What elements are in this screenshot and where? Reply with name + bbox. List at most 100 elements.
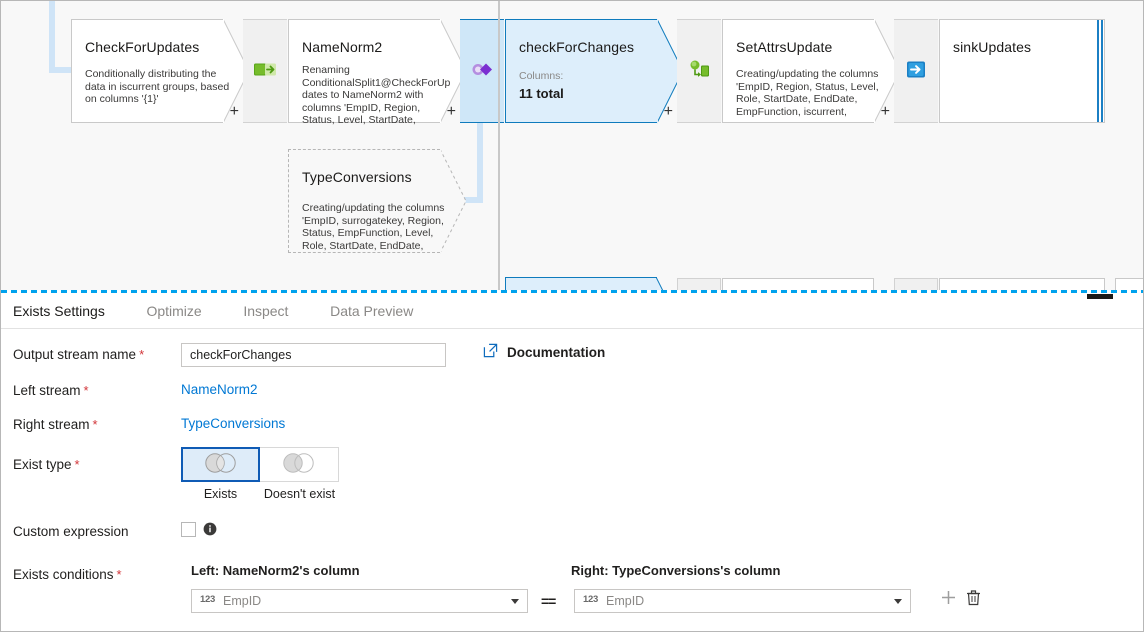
row-right-stream: Right stream * TypeConversions: [1, 413, 1143, 447]
connector-entry-vertical: [49, 1, 55, 73]
doesnt-exist-option-caption: Doesn't exist: [263, 487, 336, 501]
node-sinkupdates[interactable]: sinkUpdates: [939, 19, 1105, 123]
info-icon[interactable]: [203, 522, 217, 539]
row-exist-type: Exist type * Exists Doesn't exist: [1, 447, 1143, 520]
canvas-group-divider: [498, 1, 500, 290]
venn-doesnt-exist-icon: [277, 452, 321, 477]
add-node-button[interactable]: +: [664, 104, 673, 120]
node-partial-row-6[interactable]: [1115, 278, 1143, 290]
doesnt-exist-option-button[interactable]: [260, 447, 339, 482]
exists-settings-form: Output stream name* Documentation: [1, 329, 1143, 613]
label-custom-expression: Custom expression: [13, 524, 129, 539]
node-description: Conditionally distributing the data in i…: [85, 68, 230, 106]
delete-condition-button[interactable]: [966, 589, 981, 609]
data-flow-canvas[interactable]: CheckForUpdates Conditionally distributi…: [1, 1, 1143, 290]
transform-icon-box-sink[interactable]: [894, 19, 938, 123]
node-setattrsupdate[interactable]: SetAttrsUpdate Creating/updating the col…: [722, 19, 901, 124]
sink-accent-bars: [1096, 20, 1104, 122]
node-description: Creating/updating the columns 'EmpID, su…: [302, 202, 445, 252]
custom-expression-checkbox[interactable]: [181, 522, 196, 537]
left-stream-link[interactable]: NameNorm2: [181, 382, 258, 397]
label-exist-type: Exist type *: [13, 457, 80, 472]
exists-option-button[interactable]: [181, 447, 260, 482]
node-title: sinkUpdates: [953, 39, 1032, 55]
node-typeconversions[interactable]: TypeConversions Creating/updating the co…: [288, 149, 467, 254]
exists-option-caption: Exists: [203, 487, 238, 501]
label-output-stream-name: Output stream name *: [13, 347, 145, 362]
node-title: NameNorm2: [302, 39, 383, 55]
add-node-button[interactable]: +: [230, 104, 239, 120]
exist-type-toggle-group: Exists Doesn't exist: [181, 447, 339, 501]
exist-type-option-doesnt-exist: Doesn't exist: [260, 447, 339, 501]
node-partial-row-1[interactable]: [505, 277, 657, 290]
splitter-drag-handle[interactable]: [1087, 294, 1113, 299]
add-node-button[interactable]: +: [447, 104, 456, 120]
node-partial-row-4[interactable]: [894, 278, 938, 290]
tab-data-preview[interactable]: Data Preview: [330, 294, 413, 328]
label-right-stream: Right stream *: [13, 417, 98, 432]
field-right-stream: TypeConversions: [181, 413, 285, 435]
node-checkforchanges[interactable]: checkForChanges Columns: 11 total +: [505, 19, 684, 124]
node-partial-row-2[interactable]: [677, 278, 721, 290]
label-left-stream: Left stream *: [13, 383, 89, 398]
tab-inspect[interactable]: Inspect: [243, 294, 288, 328]
panel-splitter[interactable]: [1, 290, 1143, 299]
add-node-button[interactable]: +: [881, 104, 890, 120]
transform-icon-box-derive[interactable]: [677, 19, 721, 123]
select-rename-icon: [254, 61, 276, 82]
node-columns-value: 11 total: [519, 86, 564, 101]
external-link-icon: [483, 343, 498, 361]
left-column-select[interactable]: 123 EmpID: [191, 589, 528, 613]
node-title: checkForChanges: [519, 39, 635, 55]
panel-tabs: Exists Settings Optimize Inspect Data Pr…: [1, 294, 1143, 329]
row-exists-conditions: Exists conditions * Left: NameNorm2's col…: [1, 553, 1143, 613]
output-stream-name-input[interactable]: [181, 343, 446, 367]
chevron-down-icon: [511, 599, 519, 604]
node-namenorm2[interactable]: NameNorm2 Renaming ConditionalSplit1@Che…: [288, 19, 467, 126]
row-custom-expression: Custom expression: [1, 520, 1143, 553]
node-columns-label: Columns:: [519, 70, 564, 82]
node-checkforupdates[interactable]: CheckForUpdates Conditionally distributi…: [71, 19, 250, 124]
documentation-label: Documentation: [507, 344, 606, 360]
condition-operator: ==: [541, 593, 556, 609]
node-partial-row-3[interactable]: [722, 278, 874, 290]
splitter-dashed-line: [1, 290, 1143, 293]
exist-type-option-exists: Exists: [181, 447, 260, 501]
transform-icon-box-rename[interactable]: [243, 19, 287, 123]
node-title: TypeConversions: [302, 169, 412, 185]
settings-panel: Exists Settings Optimize Inspect Data Pr…: [1, 294, 1143, 631]
chevron-down-icon: [894, 599, 902, 604]
documentation-link[interactable]: Documentation: [483, 343, 605, 361]
label-exists-conditions: Exists conditions *: [13, 567, 122, 582]
required-asterisk: *: [139, 347, 145, 362]
left-column-type-badge: 123: [200, 594, 215, 605]
required-asterisk: *: [74, 457, 80, 472]
field-left-stream: NameNorm2: [181, 379, 258, 401]
venn-exists-icon: [199, 452, 243, 477]
exists-conditions-right-header: Right: TypeConversions's column: [571, 563, 781, 578]
right-column-value: EmpID: [606, 594, 645, 608]
node-partial-row-5[interactable]: [939, 278, 1105, 290]
node-title: SetAttrsUpdate: [736, 39, 833, 55]
node-title: CheckForUpdates: [85, 39, 200, 55]
right-stream-link[interactable]: TypeConversions: [181, 416, 285, 431]
right-column-type-badge: 123: [583, 594, 598, 605]
derived-column-icon: [688, 60, 710, 83]
field-output-stream-name: [181, 343, 446, 367]
exists-conditions-left-header: Left: NameNorm2's column: [191, 563, 360, 578]
node-description: Renaming ConditionalSplit1@CheckForUpdat…: [302, 64, 451, 126]
tab-exists-settings[interactable]: Exists Settings: [13, 294, 105, 328]
node-description: Creating/updating the columns 'EmpID, Re…: [736, 68, 879, 118]
tab-optimize[interactable]: Optimize: [146, 294, 201, 328]
required-asterisk: *: [92, 417, 98, 432]
exists-transform-icon: [470, 61, 494, 82]
left-column-value: EmpID: [223, 594, 262, 608]
required-asterisk: *: [83, 383, 89, 398]
required-asterisk: *: [116, 567, 122, 582]
row-left-stream: Left stream * NameNorm2: [1, 379, 1143, 413]
sink-icon: [906, 60, 926, 83]
row-output-stream-name: Output stream name* Documentation: [1, 343, 1143, 379]
data-flow-editor: CheckForUpdates Conditionally distributi…: [0, 0, 1144, 632]
right-column-select[interactable]: 123 EmpID: [574, 589, 911, 613]
add-condition-button[interactable]: [940, 589, 957, 609]
